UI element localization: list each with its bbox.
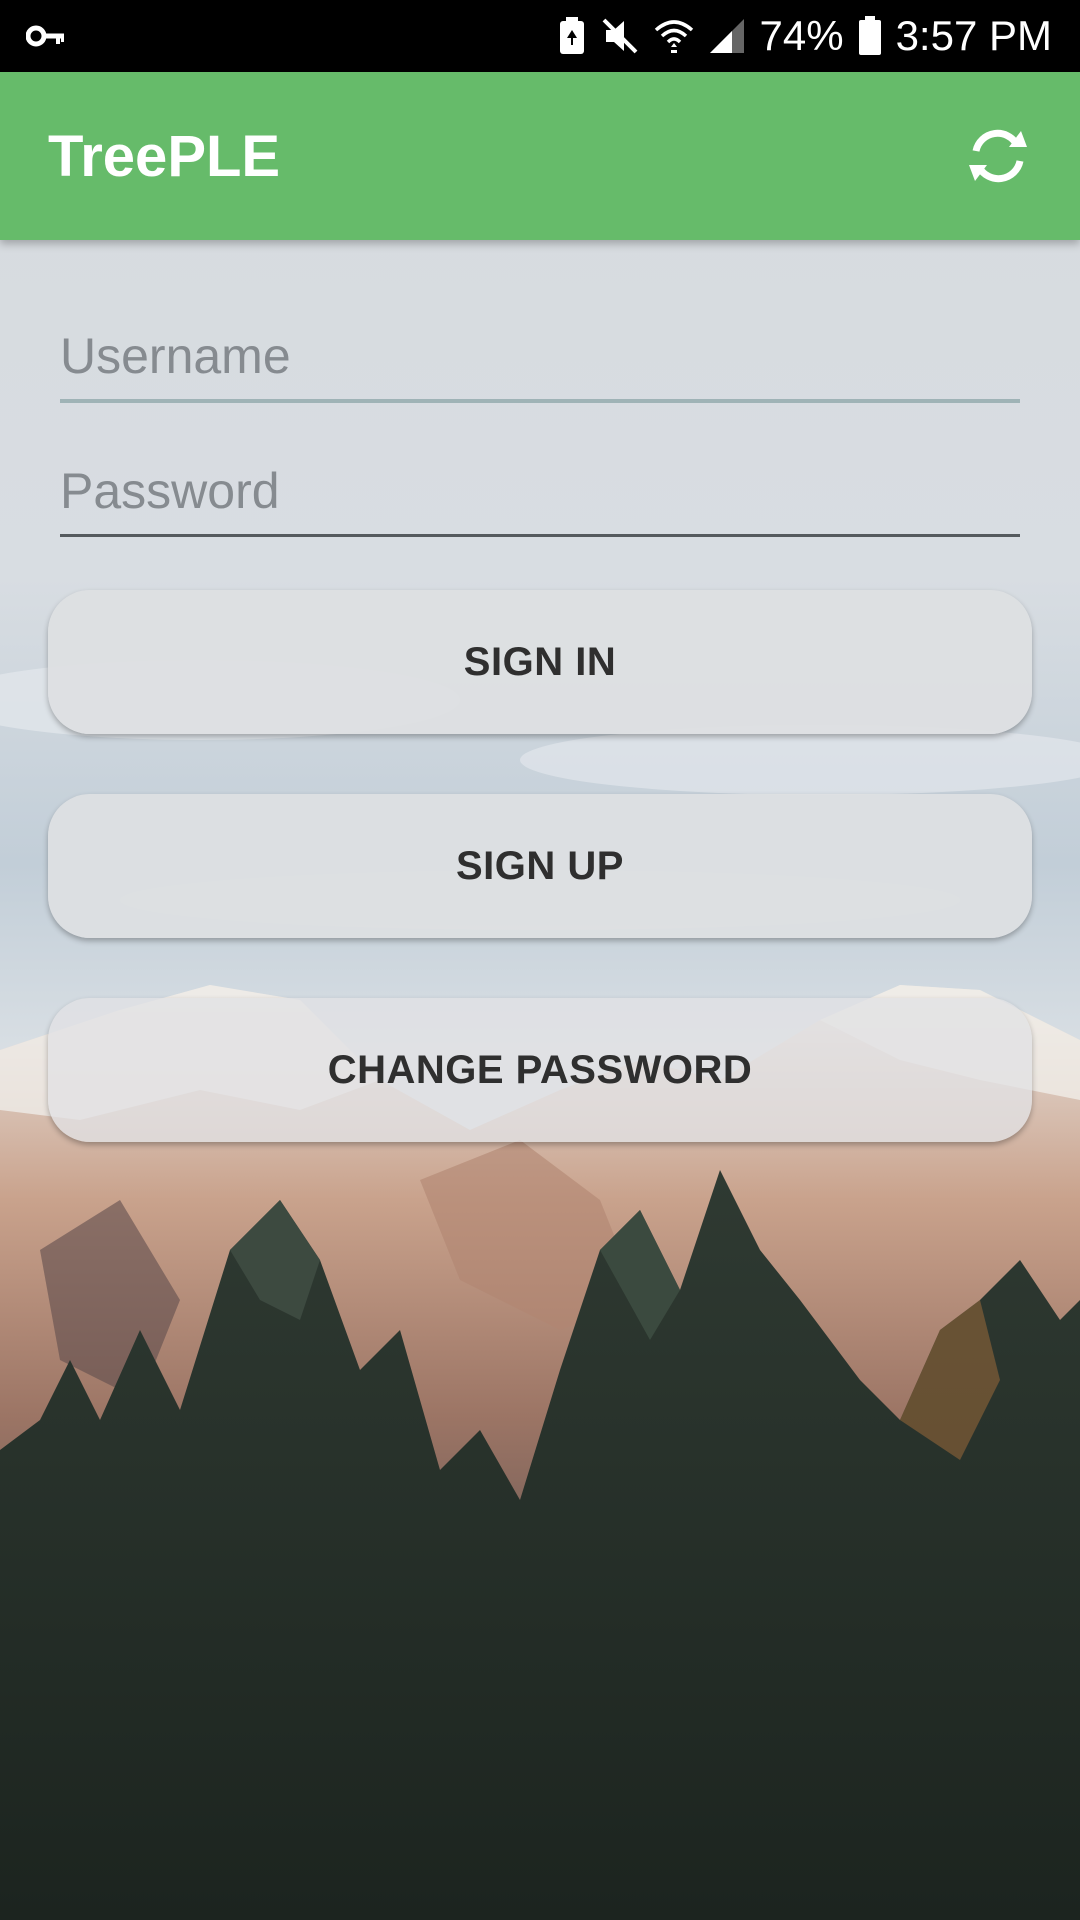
username-input[interactable] <box>60 313 1020 399</box>
sign-in-button[interactable]: SIGN IN <box>48 590 1032 734</box>
clock: 3:57 PM <box>895 12 1052 59</box>
battery-saver-icon <box>558 16 586 56</box>
battery-icon <box>858 16 882 56</box>
mountain-forest-background <box>0 0 1080 1920</box>
app-title: TreePLE <box>48 123 281 189</box>
login-screen: 74% 3:57 PM TreePLE SI <box>0 0 1080 1920</box>
change-password-button[interactable]: CHANGE PASSWORD <box>48 998 1032 1142</box>
refresh-icon <box>969 129 1027 183</box>
battery-percent: 74% <box>759 12 844 59</box>
key-icon <box>26 24 66 48</box>
cell-signal-icon <box>708 17 746 55</box>
mute-icon <box>600 16 640 56</box>
username-field-container <box>60 313 1020 403</box>
wifi-icon <box>654 16 694 56</box>
sign-up-button[interactable]: SIGN UP <box>48 794 1032 938</box>
refresh-button[interactable] <box>956 114 1040 198</box>
status-bar: 74% 3:57 PM <box>0 0 1080 72</box>
password-field-container <box>60 447 1020 537</box>
password-input[interactable] <box>60 447 1020 534</box>
app-bar: TreePLE <box>0 72 1080 240</box>
